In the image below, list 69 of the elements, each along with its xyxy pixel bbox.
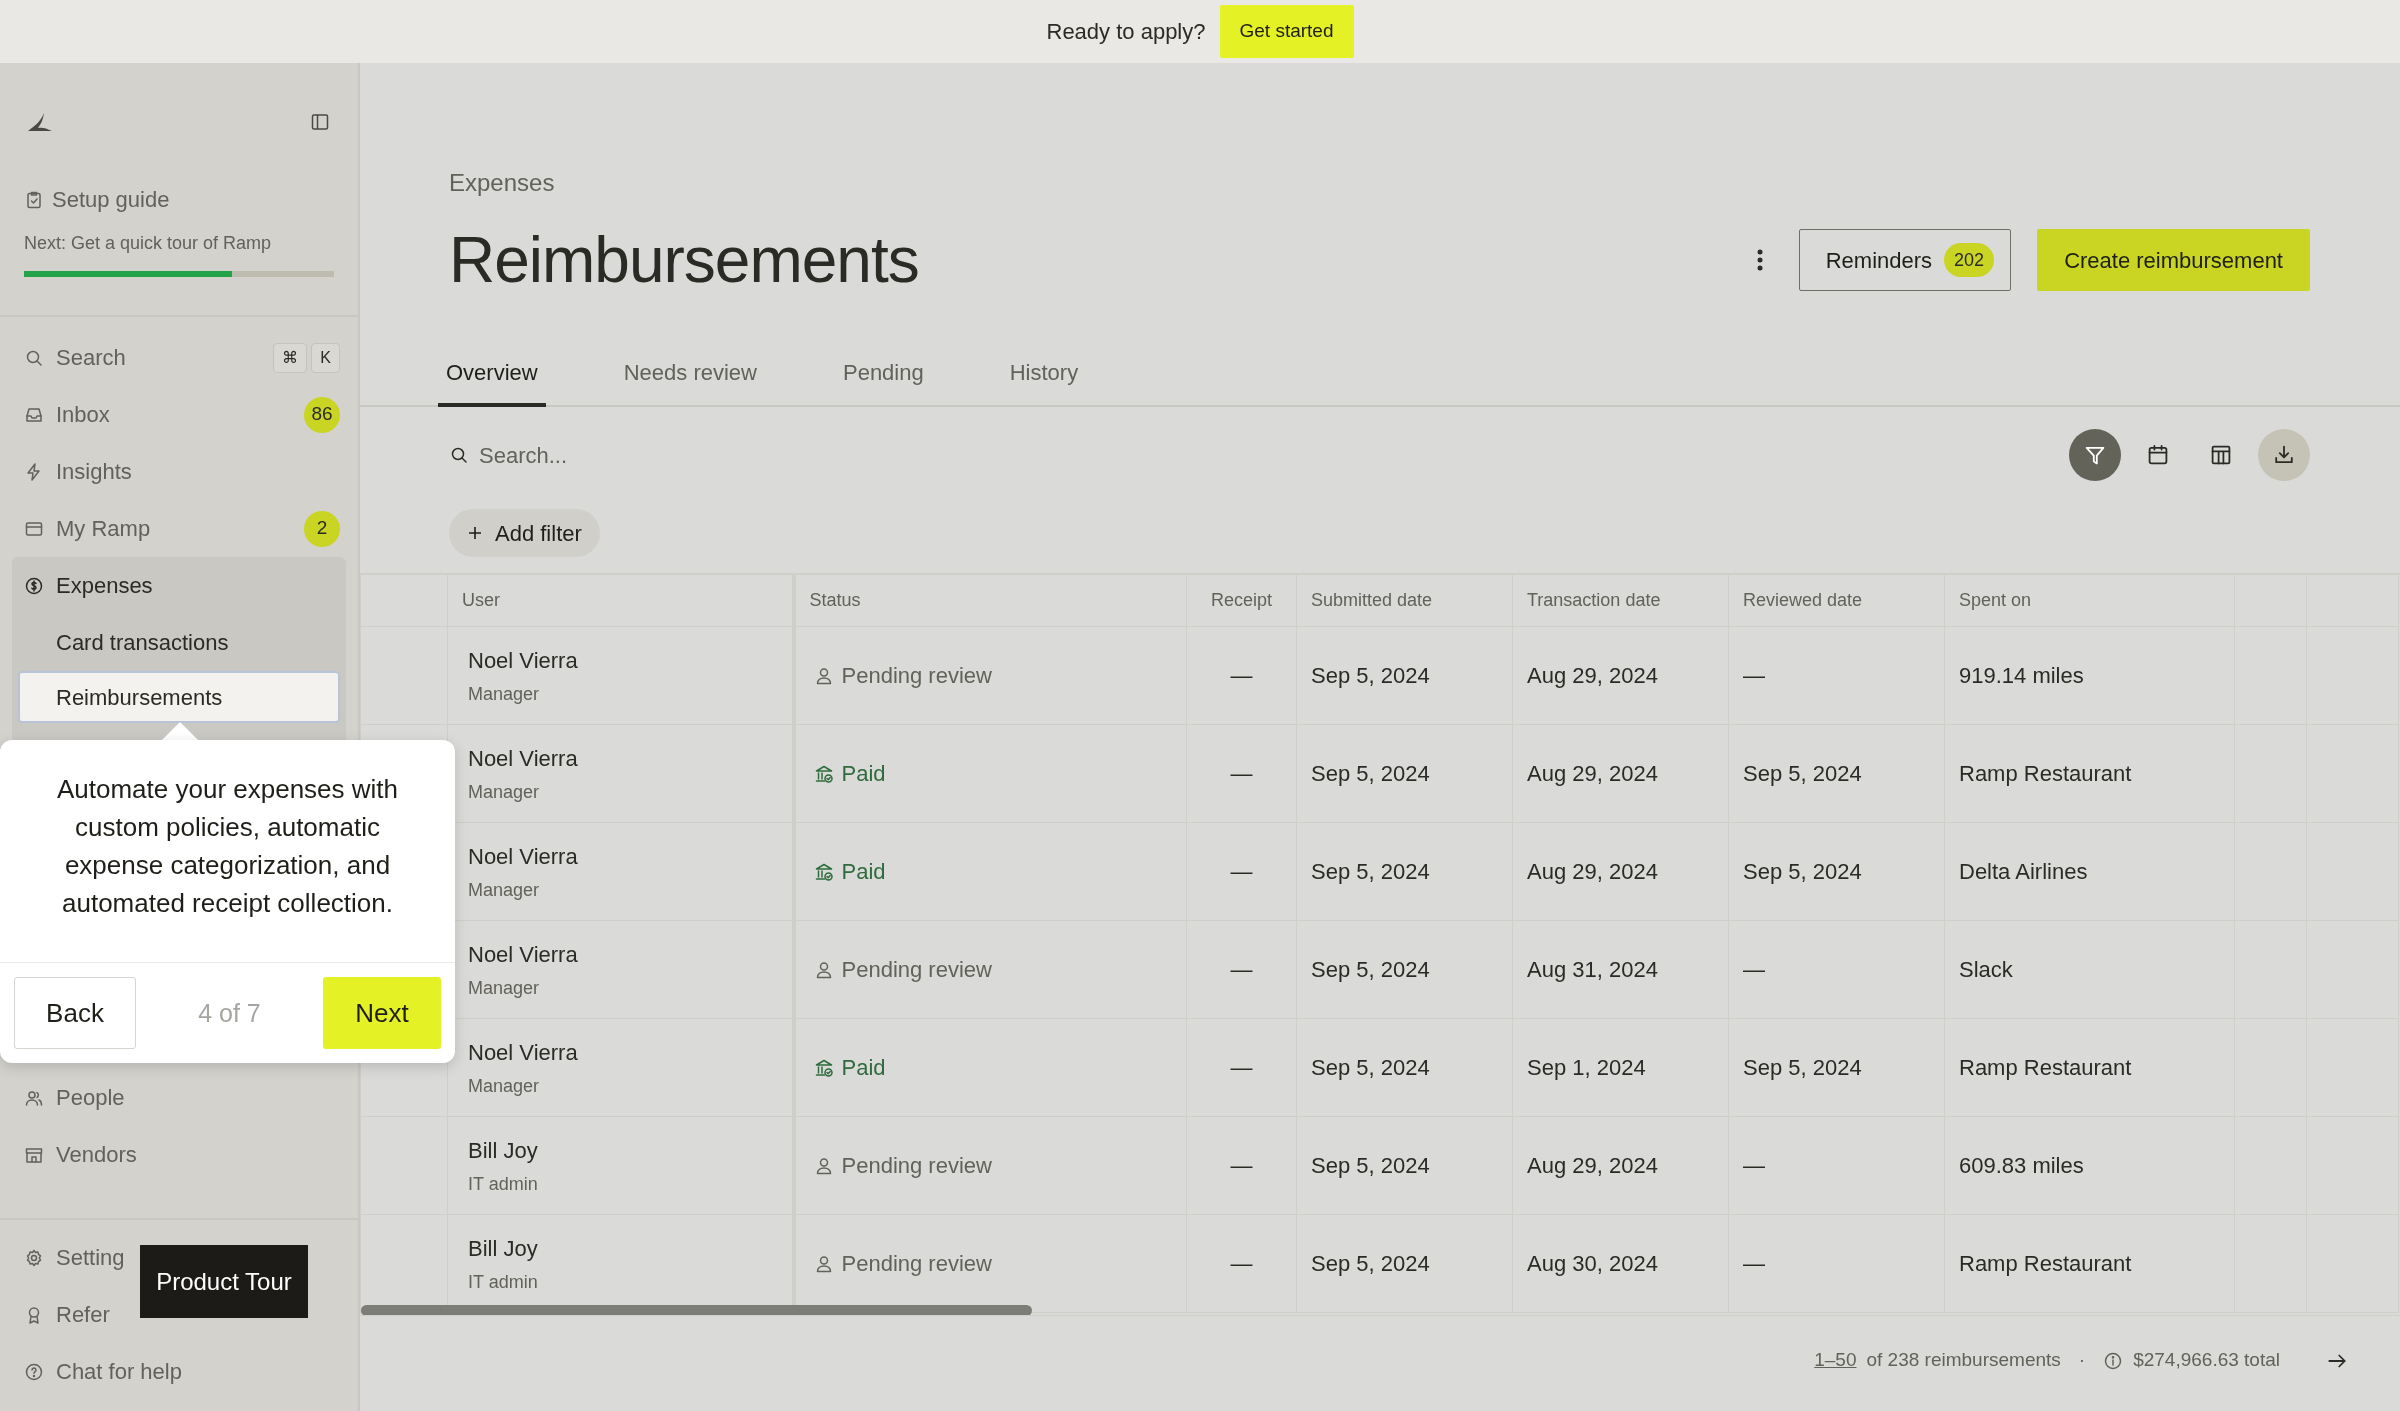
- step-counter: 4 of 7: [198, 998, 261, 1029]
- table-cell: Aug 30, 2024: [1527, 1251, 1658, 1276]
- table-cell: —: [1743, 663, 1765, 688]
- table-cell: Sep 5, 2024: [1743, 859, 1862, 884]
- table-cell: Sep 5, 2024: [1743, 1055, 1862, 1080]
- table-cell: Sep 5, 2024: [1311, 957, 1430, 982]
- table-cell: —: [1743, 1251, 1765, 1276]
- receipt-cell: —: [1230, 1251, 1253, 1276]
- user-role: Manager: [468, 682, 541, 706]
- user-role: IT admin: [468, 1172, 539, 1196]
- status-label: Paid: [841, 1054, 886, 1082]
- table-cell: Slack: [1959, 957, 2013, 982]
- user-role: Manager: [468, 780, 541, 804]
- status-label: Paid: [841, 858, 886, 886]
- page-title: Reimbursements: [449, 223, 920, 298]
- table-cell: 919.14 miles: [1959, 663, 2084, 688]
- table-cell: Ramp Restaurant: [1959, 1055, 2132, 1080]
- table-cell: Aug 29, 2024: [1527, 761, 1658, 786]
- table-cell: Sep 5, 2024: [1311, 1153, 1430, 1178]
- table-cell: Sep 5, 2024: [1311, 663, 1430, 688]
- total-amount: $274,966.63 total: [2133, 1348, 2280, 1373]
- table-cell: Sep 5, 2024: [1311, 859, 1430, 884]
- user-name: Bill Joy: [468, 1234, 539, 1263]
- table-cell: Aug 29, 2024: [1527, 663, 1658, 688]
- status-label: Pending review: [841, 1152, 992, 1180]
- tour-message: Automate your expenses with custom policies, automatic expense categorization, and automated receipt collection.: [55, 773, 400, 920]
- table-cell: Aug 29, 2024: [1527, 859, 1658, 884]
- status-label: Pending review: [841, 1250, 992, 1278]
- user-role: Manager: [468, 1074, 541, 1098]
- table-cell: Delta Airlines: [1959, 859, 2088, 884]
- table-cell: Sep 5, 2024: [1311, 1251, 1430, 1276]
- separator-dot: ·: [2078, 1348, 2086, 1373]
- table-cell: Aug 29, 2024: [1527, 1153, 1658, 1178]
- record-count: of 238 reimbursements: [1866, 1348, 2061, 1373]
- user-name: Bill Joy: [468, 1136, 539, 1165]
- table-cell: Ramp Restaurant: [1959, 761, 2132, 786]
- table-cell: Sep 5, 2024: [1311, 1055, 1430, 1080]
- table-cell: Sep 5, 2024: [1311, 761, 1430, 786]
- count-badge: 2: [304, 510, 340, 547]
- receipt-cell: —: [1230, 1153, 1253, 1178]
- table-cell: —: [1743, 957, 1765, 982]
- setup-next-step: Next: Get a quick tour of Ramp: [24, 230, 334, 257]
- status-label: Pending review: [841, 956, 992, 984]
- user-role: IT admin: [468, 1270, 539, 1294]
- count-badge: 86: [304, 396, 340, 433]
- receipt-cell: —: [1230, 761, 1253, 786]
- count-badge: 202: [1944, 243, 1995, 277]
- table-cell: 609.83 miles: [1959, 1153, 2084, 1178]
- status-label: Paid: [841, 760, 886, 788]
- user-role: Manager: [468, 878, 541, 902]
- user-name: Noel Vierra: [468, 1038, 579, 1067]
- user-name: Noel Vierra: [468, 646, 579, 675]
- user-name: Noel Vierra: [468, 744, 579, 773]
- receipt-cell: —: [1230, 859, 1253, 884]
- key-hint: ⌘: [273, 342, 308, 373]
- user-name: Noel Vierra: [468, 940, 579, 969]
- table-cell: Aug 31, 2024: [1527, 957, 1658, 982]
- banner-text: Ready to apply?: [1046, 18, 1206, 46]
- table-cell: Sep 1, 2024: [1527, 1055, 1646, 1080]
- user-role: Manager: [468, 976, 541, 1000]
- key-hint: K: [311, 342, 340, 373]
- receipt-cell: —: [1230, 957, 1253, 982]
- user-name: Noel Vierra: [468, 842, 579, 871]
- receipt-cell: —: [1230, 663, 1253, 688]
- table-cell: Sep 5, 2024: [1743, 761, 1862, 786]
- table-cell: Ramp Restaurant: [1959, 1251, 2132, 1276]
- receipt-cell: —: [1230, 1055, 1253, 1080]
- table-cell: —: [1743, 1153, 1765, 1178]
- status-label: Pending review: [841, 662, 992, 690]
